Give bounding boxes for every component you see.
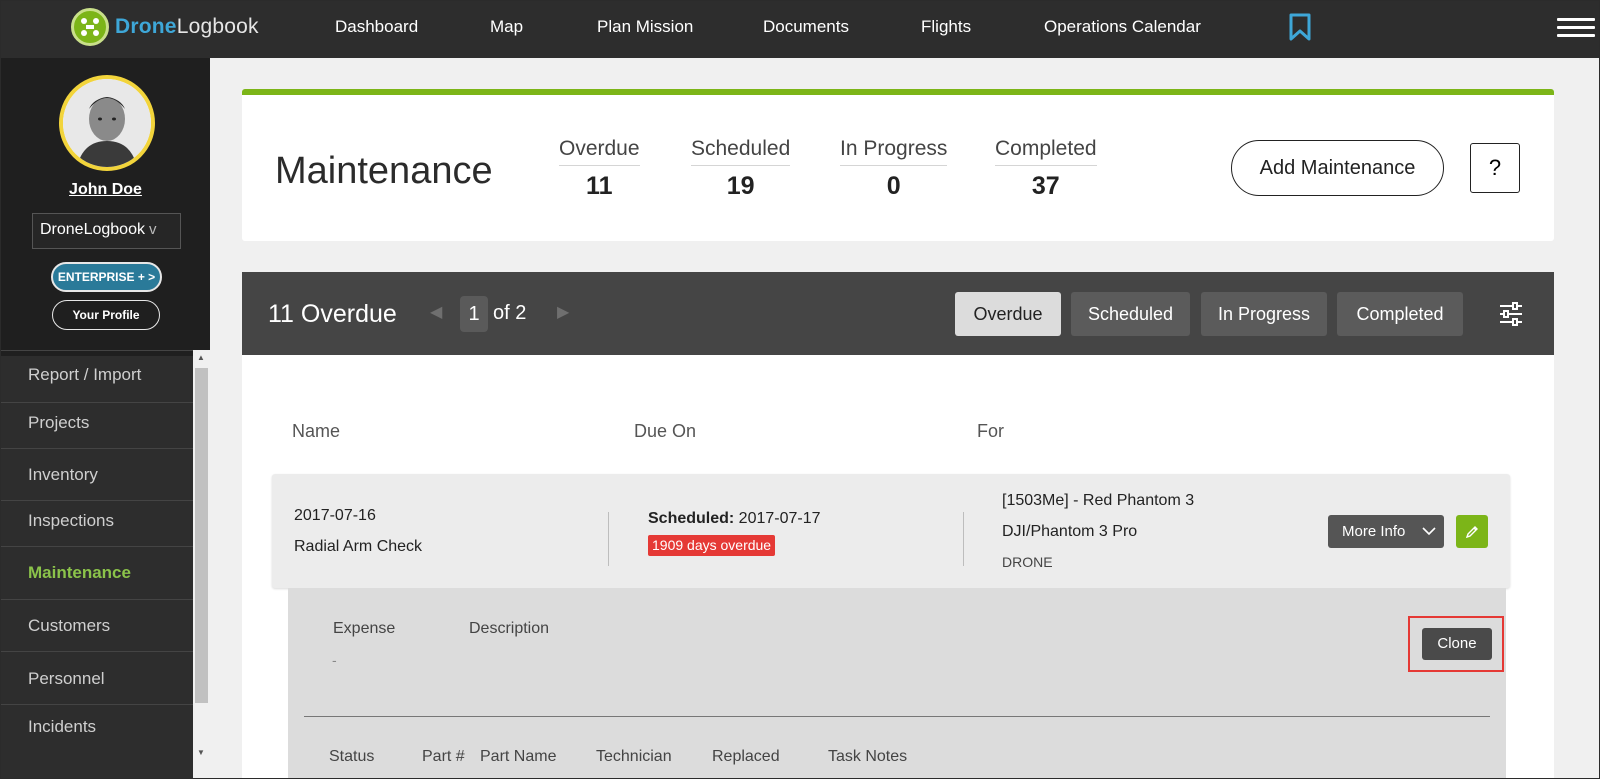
row-for-type: DRONE bbox=[1002, 554, 1053, 570]
stat-label: Completed bbox=[995, 137, 1097, 166]
avatar[interactable] bbox=[59, 75, 155, 171]
stat-in-progress[interactable]: In Progress 0 bbox=[840, 137, 948, 201]
sidebar-item-personnel[interactable]: Personnel bbox=[1, 651, 193, 704]
subcolumn-replaced[interactable]: Replaced bbox=[712, 748, 780, 766]
next-page-icon[interactable]: ▶ bbox=[557, 302, 569, 322]
add-maintenance-button[interactable]: Add Maintenance bbox=[1231, 140, 1444, 196]
page-title: Maintenance bbox=[275, 150, 493, 192]
top-navbar: DroneLogbook Dashboard Map Plan Mission … bbox=[1, 1, 1599, 58]
stat-label: Overdue bbox=[559, 137, 640, 166]
logo-text: DroneLogbook bbox=[115, 15, 259, 39]
row-for-aircraft: [1503Me] - Red Phantom 3 bbox=[1002, 492, 1195, 509]
scroll-down-arrow-icon[interactable]: ▼ bbox=[197, 748, 205, 757]
organization-select[interactable]: DroneLogbook v bbox=[32, 213, 181, 249]
nav-dashboard[interactable]: Dashboard bbox=[335, 17, 418, 37]
subcolumn-part-name[interactable]: Part Name bbox=[480, 748, 556, 766]
hamburger-menu-icon[interactable] bbox=[1557, 18, 1595, 42]
subcolumn-technician[interactable]: Technician bbox=[596, 748, 672, 766]
sidebar-item-inventory[interactable]: Inventory bbox=[1, 448, 193, 500]
stat-value: 19 bbox=[726, 172, 755, 200]
drone-logo-icon bbox=[71, 8, 109, 46]
your-profile-button[interactable]: Your Profile bbox=[52, 300, 160, 330]
expense-value: - bbox=[332, 652, 337, 668]
sidebar-item-maintenance[interactable]: Maintenance bbox=[1, 546, 193, 599]
stat-scheduled[interactable]: Scheduled 19 bbox=[691, 137, 791, 201]
sidebar-scrollbar[interactable]: ▲ ▼ bbox=[193, 350, 210, 778]
maintenance-list-card: 11 Overdue ◀ 1 of 2 ▶ Overdue Scheduled … bbox=[242, 272, 1554, 778]
subcolumn-task-notes[interactable]: Task Notes bbox=[828, 748, 907, 766]
nav-documents[interactable]: Documents bbox=[763, 17, 849, 37]
stat-label: Scheduled bbox=[691, 137, 791, 166]
stat-overdue[interactable]: Overdue 11 bbox=[559, 137, 640, 201]
organization-select-value: DroneLogbook bbox=[40, 221, 145, 238]
filter-completed-button[interactable]: Completed bbox=[1337, 292, 1463, 336]
prev-page-icon[interactable]: ◀ bbox=[430, 302, 442, 322]
column-header-name[interactable]: Name bbox=[292, 421, 340, 442]
row-for-model: DJI/Phantom 3 Pro bbox=[1002, 523, 1138, 540]
maintenance-row[interactable]: 2017-07-16 Radial Arm Check Scheduled: 2… bbox=[272, 474, 1510, 588]
filter-in-progress-button[interactable]: In Progress bbox=[1201, 292, 1327, 336]
enterprise-button[interactable]: ENTERPRISE + > bbox=[51, 262, 162, 292]
more-info-button[interactable]: More Info bbox=[1328, 515, 1444, 548]
filter-overdue-button[interactable]: Overdue bbox=[955, 292, 1061, 336]
nav-flights[interactable]: Flights bbox=[921, 17, 971, 37]
stat-value: 11 bbox=[586, 172, 613, 200]
scroll-up-arrow-icon[interactable]: ▲ bbox=[197, 353, 205, 362]
sidebar-item-projects[interactable]: Projects bbox=[1, 402, 193, 448]
row-scheduled-date: 2017-07-17 bbox=[734, 510, 821, 527]
subcolumn-part-number[interactable]: Part # bbox=[422, 748, 465, 766]
nav-plan-mission[interactable]: Plan Mission bbox=[597, 17, 693, 37]
row-date: 2017-07-16 bbox=[294, 507, 376, 524]
sidebar-item-inspections[interactable]: Inspections bbox=[1, 500, 193, 546]
stat-value: 37 bbox=[1031, 172, 1060, 200]
logo-text-bold: Drone bbox=[115, 15, 177, 38]
filter-scheduled-button[interactable]: Scheduled bbox=[1071, 292, 1190, 336]
subcolumn-status[interactable]: Status bbox=[329, 748, 374, 766]
row-name: Radial Arm Check bbox=[294, 538, 423, 555]
stat-label: In Progress bbox=[840, 137, 948, 166]
app-window: DroneLogbook Dashboard Map Plan Mission … bbox=[0, 0, 1600, 779]
profile-panel: John Doe DroneLogbook v ENTERPRISE + > Yo… bbox=[1, 58, 210, 356]
expense-label: Expense bbox=[333, 620, 396, 637]
stat-value: 0 bbox=[886, 172, 901, 200]
chevron-down-icon: v bbox=[148, 221, 157, 238]
row-divider bbox=[608, 512, 609, 566]
clone-highlight: Clone bbox=[1408, 616, 1504, 672]
page-number-input[interactable]: 1 bbox=[460, 296, 488, 332]
more-info-label: More Info bbox=[1342, 523, 1406, 540]
row-divider bbox=[963, 512, 964, 566]
chevron-down-icon bbox=[1422, 527, 1436, 536]
page-count: of 2 bbox=[493, 302, 527, 324]
maintenance-summary-card: Maintenance Overdue 11 Scheduled 19 In P… bbox=[242, 89, 1554, 241]
column-header-for[interactable]: For bbox=[977, 421, 1004, 442]
sidebar-item-incidents[interactable]: Incidents bbox=[1, 704, 193, 754]
scrollbar-thumb[interactable] bbox=[195, 368, 208, 703]
logo-text-rest: Logbook bbox=[176, 15, 259, 38]
overdue-badge: 1909 days overdue bbox=[648, 535, 776, 556]
row-scheduled-label: Scheduled: bbox=[648, 510, 735, 527]
list-header-bar: 11 Overdue ◀ 1 of 2 ▶ Overdue Scheduled … bbox=[242, 272, 1554, 355]
description-label: Description bbox=[469, 620, 550, 637]
bookmark-icon[interactable] bbox=[1289, 13, 1311, 46]
username-link[interactable]: John Doe bbox=[1, 181, 210, 199]
filter-settings-icon[interactable] bbox=[1499, 302, 1523, 331]
detail-divider bbox=[304, 716, 1490, 717]
row-scheduled: Scheduled: 2017-07-17 bbox=[648, 510, 821, 528]
stat-completed[interactable]: Completed 37 bbox=[995, 137, 1097, 201]
nav-operations-calendar[interactable]: Operations Calendar bbox=[1044, 17, 1201, 37]
sidebar-item-report-import[interactable]: Report / Import bbox=[1, 350, 193, 402]
nav-map[interactable]: Map bbox=[490, 17, 523, 37]
edit-button[interactable] bbox=[1456, 515, 1488, 548]
row-detail-panel: Expense - Description Clone Status Part … bbox=[288, 588, 1506, 778]
sidebar-item-customers[interactable]: Customers bbox=[1, 599, 193, 651]
pencil-icon bbox=[1465, 525, 1478, 538]
sidebar: John Doe DroneLogbook v ENTERPRISE + > Yo… bbox=[1, 58, 210, 778]
help-button[interactable]: ? bbox=[1470, 143, 1520, 193]
logo[interactable]: DroneLogbook bbox=[71, 8, 259, 46]
column-header-due-on[interactable]: Due On bbox=[634, 421, 696, 442]
clone-button[interactable]: Clone bbox=[1422, 628, 1492, 660]
list-title: 11 Overdue bbox=[268, 300, 397, 328]
